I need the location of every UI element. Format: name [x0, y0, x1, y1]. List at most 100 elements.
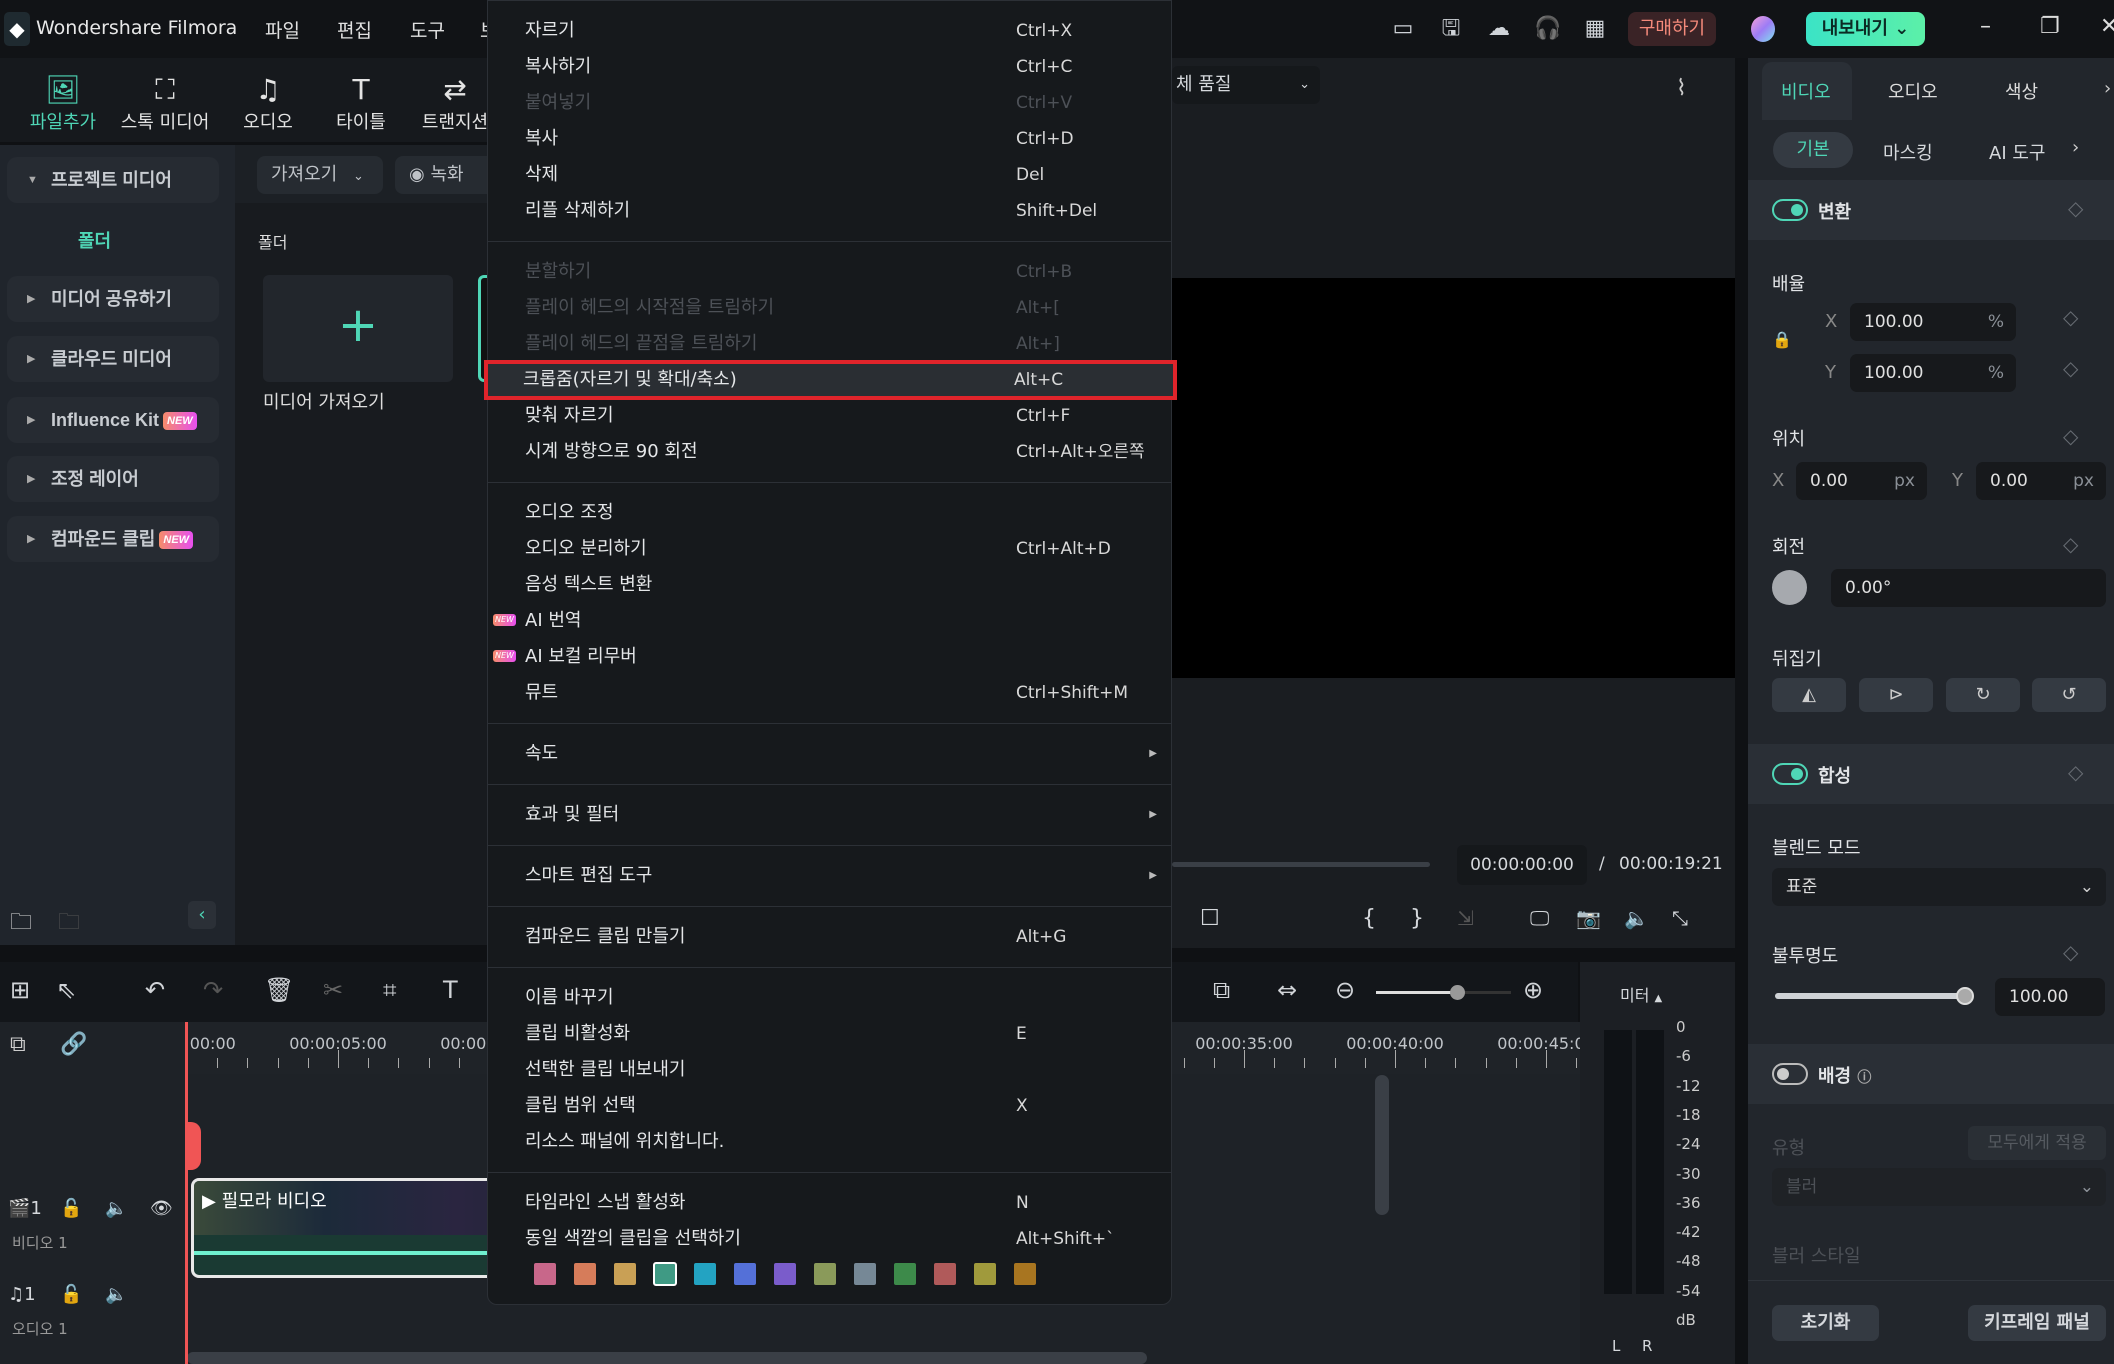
tab-titles[interactable]: T 타이틀	[316, 72, 406, 134]
avatar[interactable]	[1751, 16, 1775, 42]
sidebar-item-adjustment-layer[interactable]: ▶ 조정 레이어	[7, 456, 219, 502]
playhead-marker[interactable]	[185, 1122, 201, 1170]
menu-edit[interactable]: 편집	[337, 16, 372, 43]
snapshot-icon[interactable]: 📷	[1576, 906, 1601, 930]
menu-item[interactable]: 스마트 편집 도구 ▶	[488, 858, 1171, 894]
subtab-basic[interactable]: 기본	[1773, 132, 1853, 168]
playhead[interactable]	[185, 1022, 188, 1364]
zoom-slider-handle[interactable]	[1450, 985, 1465, 1000]
keyframe-diamond-icon[interactable]: ◇	[2063, 424, 2078, 448]
save-icon[interactable]: 🖫	[1438, 16, 1464, 42]
color-swatch[interactable]	[894, 1263, 916, 1285]
chevron-right-icon[interactable]: ›	[2072, 137, 2079, 158]
fullscreen-icon[interactable]: ⤡	[1672, 906, 1688, 930]
keyframe-diamond-icon[interactable]: ◇	[2063, 356, 2078, 380]
collapse-sidebar-button[interactable]: ‹	[188, 901, 216, 929]
color-swatch[interactable]	[1014, 1263, 1036, 1285]
menu-item[interactable]: 컴파운드 클립 만들기 Alt+G	[488, 919, 1171, 955]
menu-item[interactable]: 뮤트 Ctrl+Shift+M	[488, 675, 1171, 711]
menu-item[interactable]: NEW AI 번역	[488, 603, 1171, 639]
delete-folder-icon[interactable]: 🗀	[58, 905, 80, 943]
keyframe-diamond-icon[interactable]: ◇	[2063, 305, 2078, 329]
mark-out-icon[interactable]: }	[1410, 906, 1424, 931]
record-button[interactable]: ◉ 녹화	[395, 156, 495, 194]
restore-icon[interactable]: ❐	[2040, 14, 2060, 39]
tab-audio-props[interactable]: 오디오	[1888, 78, 1938, 104]
sidebar-item-compound-clip[interactable]: ▶ 컴파운드 클립 NEW	[7, 516, 219, 562]
scale-y-field[interactable]: 100.00%	[1850, 354, 2016, 392]
sidebar-item-project-media[interactable]: ▼ 프로젝트 미디어	[7, 157, 219, 203]
color-swatch[interactable]	[814, 1263, 836, 1285]
position-x-field[interactable]: 0.00 px	[1796, 462, 1927, 500]
waveform-monitor-icon[interactable]: ⌇	[1676, 76, 1687, 101]
flip-vertical-button[interactable]: ⊳	[1859, 678, 1933, 712]
import-media-tile[interactable]: +	[263, 275, 453, 382]
color-swatch[interactable]	[774, 1263, 796, 1285]
headset-icon[interactable]: 🎧	[1534, 16, 1561, 42]
chevron-right-icon[interactable]: ›	[2104, 78, 2111, 99]
keyframe-diamond-icon[interactable]: ◇	[2063, 532, 2078, 556]
menu-item[interactable]: 리플 삭제하기 Shift+Del	[488, 193, 1171, 229]
background-toggle[interactable]	[1772, 1063, 1808, 1085]
mute-track-icon[interactable]: 🔈	[105, 1284, 127, 1305]
subtab-ai-tools[interactable]: AI 도구	[1989, 139, 2045, 165]
rotate-clockwise-button[interactable]: ↻	[1946, 678, 2020, 712]
sidebar-item-influence-kit[interactable]: ▶ Influence Kit NEW	[7, 397, 219, 443]
display-icon[interactable]: 🖵	[1530, 906, 1549, 930]
composite-toggle[interactable]	[1772, 763, 1808, 785]
menu-file[interactable]: 파일	[265, 16, 300, 43]
grid-icon[interactable]: ▦	[1582, 16, 1608, 42]
menu-item[interactable]: 오디오 조정	[488, 495, 1171, 531]
opacity-slider-handle[interactable]	[1956, 987, 1974, 1005]
zoom-out-icon[interactable]: ⊖	[1335, 976, 1355, 1004]
color-swatch[interactable]	[614, 1263, 636, 1285]
menu-item[interactable]: 오디오 분리하기 Ctrl+Alt+D	[488, 531, 1171, 567]
sidebar-folder[interactable]: 폴더	[78, 227, 111, 253]
add-track-icon[interactable]: ⧉	[10, 1032, 26, 1057]
menu-item[interactable]: 삭제 Del	[488, 157, 1171, 193]
stop-icon[interactable]: ☐	[1200, 906, 1220, 931]
tab-media[interactable]: 🖼 파일추가	[18, 72, 108, 134]
tab-color[interactable]: 색상	[2005, 78, 2038, 104]
cloud-upload-icon[interactable]: ☁	[1486, 16, 1512, 42]
opacity-slider[interactable]	[1775, 987, 1974, 1005]
quality-dropdown[interactable]: 체 품질 ⌄	[1172, 66, 1320, 104]
position-y-field[interactable]: 0.00 px	[1976, 462, 2106, 500]
undo-icon[interactable]: ↶	[145, 976, 165, 1004]
meter-toggle[interactable]: 미터 ▲	[1620, 982, 1662, 1006]
cut-icon[interactable]: ✂	[323, 976, 343, 1004]
menu-item[interactable]: 시계 방향으로 90 회전 Ctrl+Alt+오른쪽	[488, 434, 1171, 470]
scale-x-field[interactable]: 100.00%	[1850, 303, 2016, 341]
color-swatch[interactable]	[974, 1263, 996, 1285]
rotation-field[interactable]: 0.00°	[1831, 569, 2106, 607]
rotate-counterclockwise-button[interactable]: ↺	[2032, 678, 2106, 712]
import-dropdown[interactable]: 가져오기 ⌄	[257, 156, 383, 194]
menu-item[interactable]: 음성 텍스트 변환	[488, 567, 1171, 603]
color-swatch[interactable]	[694, 1263, 716, 1285]
menu-item[interactable]: 리소스 패널에 위치합니다.	[488, 1124, 1171, 1160]
insert-icon[interactable]: ⇲	[1457, 906, 1474, 930]
tab-video[interactable]: 비디오	[1781, 78, 1831, 104]
reset-button[interactable]: 초기화	[1772, 1305, 1879, 1341]
menu-item[interactable]: 맞춰 자르기 Ctrl+F	[488, 398, 1171, 434]
layout-grid-icon[interactable]: ⊞	[10, 976, 30, 1004]
preview-progress-bar[interactable]	[1172, 862, 1430, 867]
menu-item[interactable]: 타임라인 스냅 활성화 N	[488, 1185, 1171, 1221]
menu-item[interactable]: 선택한 클립 내보내기	[488, 1052, 1171, 1088]
eye-icon[interactable]: 👁	[150, 1198, 173, 1219]
menu-item[interactable]: 속도 ▶	[488, 736, 1171, 772]
color-swatch[interactable]	[574, 1263, 596, 1285]
color-swatch[interactable]	[854, 1263, 876, 1285]
crop-icon[interactable]: ⌗	[383, 976, 397, 1004]
color-swatch[interactable]	[934, 1263, 956, 1285]
new-folder-icon[interactable]: 🗀	[10, 905, 32, 943]
mark-in-icon[interactable]: {	[1362, 906, 1376, 931]
horizontal-scrollbar[interactable]	[187, 1352, 1147, 1364]
sidebar-item-shared-media[interactable]: ▶ 미디어 공유하기	[7, 276, 219, 322]
close-icon[interactable]: ✕	[2100, 14, 2114, 39]
subtab-masking[interactable]: 마스킹	[1883, 139, 1933, 165]
mute-track-icon[interactable]: 🔈	[105, 1198, 127, 1219]
menu-item[interactable]: 자르기 Ctrl+X	[488, 13, 1171, 49]
menu-item[interactable]: 크롭줌(자르기 및 확대/축소) Alt+C	[484, 360, 1177, 400]
color-swatch[interactable]	[653, 1262, 677, 1286]
